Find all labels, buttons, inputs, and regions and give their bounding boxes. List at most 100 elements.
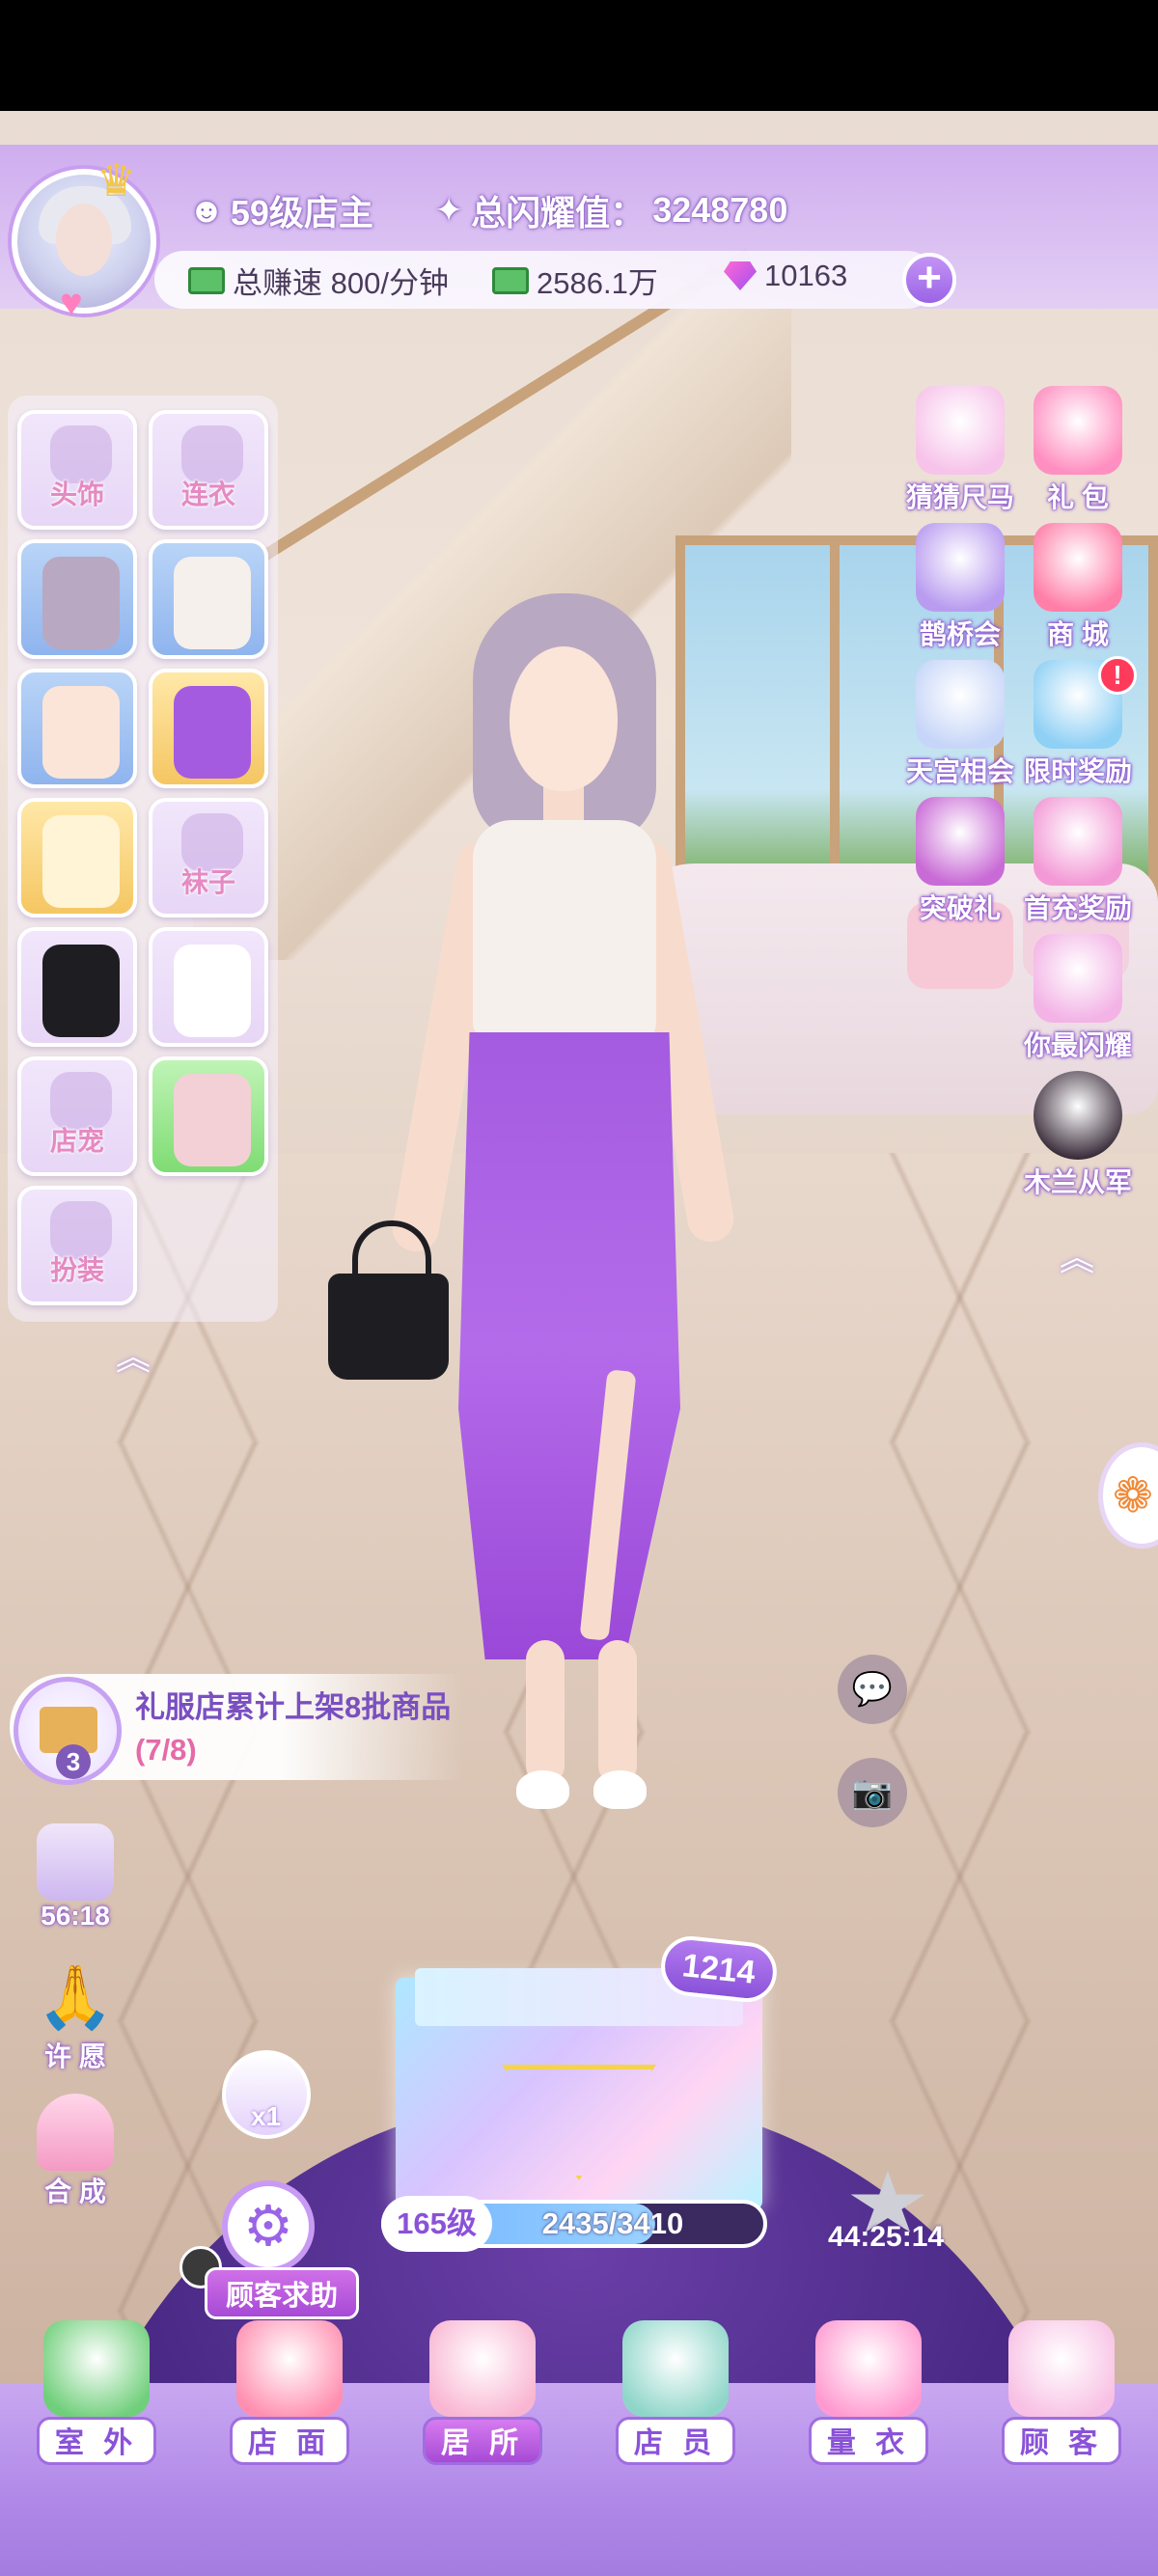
nav-house[interactable]: 居 所 <box>410 2320 555 2475</box>
mulan-icon <box>1034 1071 1122 1160</box>
add-currency-button[interactable]: + <box>902 253 956 307</box>
chat-icon[interactable]: 💬 <box>838 1655 907 1724</box>
nav-tape-measure[interactable]: 量 衣 <box>796 2320 941 2475</box>
wardrobe-timer[interactable]: 56:18 <box>17 1823 133 1932</box>
cash-balance: 2586.1万 <box>492 259 658 302</box>
event-label: 礼 包 <box>1047 482 1109 512</box>
skirt-icon <box>174 686 251 779</box>
closet-icon <box>37 1823 114 1901</box>
nav-staff[interactable]: 店 员 <box>603 2320 748 2475</box>
event-balloon[interactable]: 首充奖励 <box>1015 797 1141 926</box>
quest-description: 礼服店累计上架8批商品 (7/8) <box>135 1690 452 1767</box>
event-label: 鹊桥会 <box>919 619 1001 649</box>
event-label: 木兰从军 <box>1023 1167 1132 1197</box>
shop-level: 165级 <box>381 2196 492 2252</box>
wardrobe-slot-earrings[interactable] <box>17 798 137 918</box>
breakthrough-icon <box>916 797 1005 886</box>
crown-icon: ♛ <box>96 155 137 206</box>
camera-icon[interactable]: 📷 <box>838 1758 907 1827</box>
total-shine: ✦ 总闪耀值： 3248780 <box>434 190 788 233</box>
status-bar <box>0 0 1158 111</box>
wardrobe-slot-handbag[interactable] <box>17 927 137 1047</box>
event-palace[interactable]: 天宫相会 <box>897 660 1023 789</box>
wardrobe-slot-bracelet[interactable] <box>149 1056 268 1176</box>
magpie-bridge-icon <box>916 523 1005 612</box>
gem-balance: 10163 <box>724 259 847 293</box>
person-icon: ☻ <box>188 190 225 230</box>
money-icon <box>492 266 529 294</box>
event-breakthrough[interactable]: 突破礼 <box>897 797 1023 926</box>
dressed-character[interactable] <box>328 579 772 1833</box>
wardrobe-slot-label: 袜子 <box>180 867 235 897</box>
sparkle-icon: ✦ <box>434 190 464 230</box>
wardrobe-slot-label: 连衣 <box>180 480 235 509</box>
alert-badge-icon: ! <box>1098 656 1137 695</box>
character-shoe <box>516 1770 569 1809</box>
shoes-icon <box>174 945 251 1037</box>
character-purple-skirt <box>458 1032 680 1659</box>
wardrobe-slot-empty[interactable]: 头饰 <box>17 410 137 530</box>
gem-icon <box>724 261 757 290</box>
customer-help-button[interactable]: 顾客求助 <box>205 2267 359 2319</box>
event-label: 猜猜尺马 <box>905 482 1014 512</box>
palm-tree-icon <box>43 2320 150 2417</box>
event-shop[interactable]: 商 城 <box>1015 523 1141 652</box>
event-countdown: 44:25:14 <box>828 2221 945 2253</box>
handbag-icon <box>42 945 120 1037</box>
top-icon <box>174 557 251 649</box>
craft-button[interactable]: 合 成 <box>17 2094 133 2209</box>
money-icon <box>188 266 225 294</box>
character-face <box>510 646 618 791</box>
character-handbag <box>328 1220 449 1380</box>
bracelet-icon <box>174 1074 251 1166</box>
collapse-wardrobe-icon[interactable]: ︽ <box>116 1329 151 1380</box>
event-crown[interactable]: 你最闪耀 <box>1015 934 1141 1063</box>
wardrobe-slot-top[interactable] <box>149 539 268 659</box>
event-gift-box[interactable]: 礼 包 <box>1015 386 1141 515</box>
nav-label: 店 面 <box>230 2417 349 2465</box>
wardrobe-slot-hair[interactable] <box>17 539 137 659</box>
wardrobe-slot-shoes[interactable] <box>149 927 268 1047</box>
wardrobe-slot-empty[interactable]: 扮装 <box>17 1186 137 1305</box>
nav-shopping-bag[interactable]: 顾 客 <box>989 2320 1134 2475</box>
character-halter-top <box>473 820 656 1042</box>
wardrobe-slot-empty[interactable]: 袜子 <box>149 798 268 918</box>
nav-palm-tree[interactable]: 室 外 <box>24 2320 169 2475</box>
wish-button[interactable]: 🙏 许 愿 <box>17 1959 133 2074</box>
event-label: 突破礼 <box>919 893 1001 923</box>
event-label: 限时奖励 <box>1023 756 1132 786</box>
wardrobe-slot-empty[interactable]: 店宠 <box>17 1056 137 1176</box>
event-label: 首充奖励 <box>1023 893 1132 923</box>
collapse-events-icon[interactable]: ︽ <box>1060 1230 1094 1280</box>
crown-icon <box>1034 934 1122 1023</box>
pot-icon <box>37 2094 114 2171</box>
event-label: 天宫相会 <box>905 756 1014 786</box>
earn-rate: 总赚速 800/分钟 <box>188 259 449 302</box>
character-shoe <box>593 1770 647 1809</box>
nav-label: 顾 客 <box>1002 2417 1121 2465</box>
nav-label: 店 员 <box>616 2417 735 2465</box>
wardrobe-slot-label: 扮装 <box>49 1255 104 1285</box>
event-magpie-bridge[interactable]: 鹊桥会 <box>897 523 1023 652</box>
storefront-icon <box>236 2320 343 2417</box>
gift-box-icon <box>1034 386 1122 475</box>
wardrobe-slot-face[interactable] <box>17 669 137 788</box>
unicorn-icon <box>916 386 1005 475</box>
balloon-icon <box>1034 797 1122 886</box>
gear-icon[interactable]: ⚙ <box>222 2180 315 2273</box>
nav-label: 居 所 <box>423 2417 542 2465</box>
face-icon <box>42 686 120 779</box>
shopping-bag-icon <box>1008 2320 1115 2417</box>
hat-quantity: x1 <box>251 2101 282 2131</box>
staff-icon <box>622 2320 729 2417</box>
quest-progress: (7/8) <box>135 1733 197 1767</box>
event-limited-gift[interactable]: 限时奖励! <box>1015 656 1141 789</box>
bottom-nav <box>0 2383 1158 2576</box>
palace-icon <box>916 660 1005 749</box>
wardrobe-slot-skirt[interactable] <box>149 669 268 788</box>
heart-icon: ♥ <box>60 282 83 324</box>
wardrobe-slot-empty[interactable]: 连衣 <box>149 410 268 530</box>
event-unicorn[interactable]: 猜猜尺马 <box>897 386 1023 515</box>
event-mulan[interactable]: 木兰从军 <box>1015 1071 1141 1200</box>
nav-storefront[interactable]: 店 面 <box>217 2320 362 2475</box>
